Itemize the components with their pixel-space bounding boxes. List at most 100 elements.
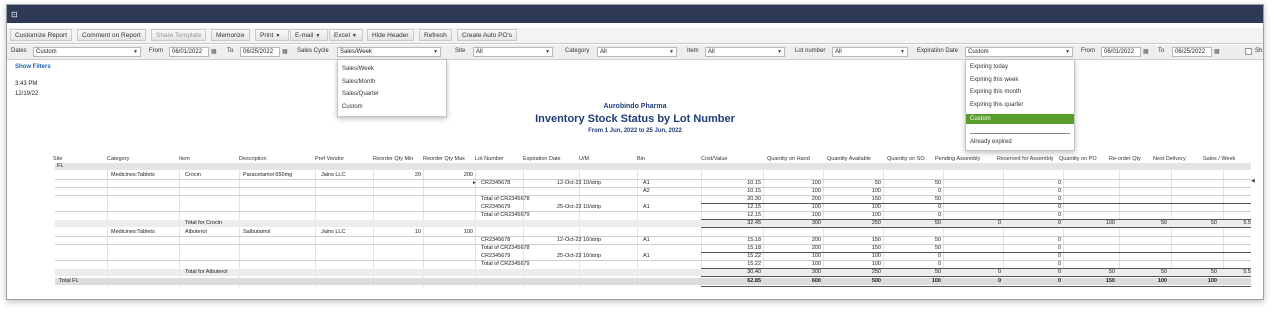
print-button[interactable]: Print ▼ [255, 29, 289, 41]
expiration-date-select[interactable]: Custom ▼ [965, 47, 1073, 57]
column-header-item: Item [179, 156, 190, 162]
email-button[interactable]: E-mail ▼ [290, 29, 328, 41]
dates-select[interactable]: Custom ▼ [33, 47, 141, 57]
cell-total-po: 50 [1108, 269, 1115, 275]
dropdown-separator [970, 132, 1070, 134]
total-divider [701, 276, 1251, 277]
email-dropdown-icon[interactable]: ▼ [315, 33, 320, 39]
sales-cycle-select[interactable]: Sales/Week ▼ [337, 47, 441, 57]
cell-total-cost: 30.40 [747, 269, 761, 275]
exp-to-date-input[interactable]: 06/25/2022 [1172, 47, 1212, 57]
sales-cycle-option[interactable]: Sales/Quarter [342, 91, 379, 97]
bin: A1 [643, 204, 650, 210]
expiration-date: 12-Oct-23 [557, 180, 582, 186]
item-description: Salbutamol [243, 229, 271, 235]
to-date-input[interactable]: 06/25/2022 [240, 47, 280, 57]
grand-total-divider [701, 286, 1251, 287]
cell-total-so: 50 [934, 220, 941, 226]
item-name: Crocin [185, 172, 201, 178]
calendar-icon[interactable]: ▦ [282, 48, 288, 55]
sales-cycle-option[interactable]: Sales/Month [342, 79, 375, 85]
lot-number: CR2345679 [481, 253, 511, 259]
bin: A1 [643, 253, 650, 259]
expiration-option[interactable]: Expiring today [970, 64, 1008, 70]
scroll-left-icon[interactable]: ◀ [1251, 178, 1255, 184]
expiration-option[interactable]: Already expired [970, 139, 1012, 145]
expiration-date-dropdown: Expiring today Expiring this week Expiring… [965, 59, 1075, 151]
to-label: To [227, 48, 234, 54]
unit-of-measure: 10/strip [583, 204, 602, 210]
cell-cost-value: 15.18 [747, 237, 761, 243]
from-date-input[interactable]: 06/01/2022 [169, 47, 209, 57]
lot-number: Total of CR2345678 [481, 196, 530, 202]
grand-total-pending: 0 [997, 278, 1001, 284]
memorize-button[interactable]: Memorize [211, 29, 250, 41]
calendar-icon[interactable]: ▦ [1143, 48, 1149, 55]
grand-total-reorder: 100 [1157, 278, 1167, 284]
column-header-site: Site [53, 156, 63, 162]
total-divider [701, 227, 1251, 228]
expiration-option[interactable]: Expiring this month [970, 89, 1021, 95]
item-select[interactable]: All ▼ [705, 47, 785, 57]
expiration-option[interactable]: Expiring this week [970, 77, 1018, 83]
expiration-option[interactable]: Custom [966, 114, 1074, 124]
cell-cost-value: 20.30 [747, 196, 761, 202]
cell-reserved-for-assembly: 0 [1057, 204, 1061, 210]
lot-number-select-value: All [835, 49, 842, 55]
print-dropdown-icon[interactable]: ▼ [275, 33, 280, 39]
excel-button[interactable]: Excel ▼ [329, 29, 363, 41]
category-select-value: All [600, 49, 607, 55]
cell-reserved-for-assembly: 0 [1057, 212, 1061, 218]
hide-header-button[interactable]: Hide Header [367, 29, 414, 41]
lot-number-select[interactable]: All ▼ [832, 47, 908, 57]
refresh-button[interactable]: Refresh [419, 29, 452, 41]
column-header-qty-on-hand: Quantity on Hand [767, 156, 810, 162]
sales-cycle-option[interactable]: Sales/Week [342, 66, 374, 72]
email-label: E-mail [295, 32, 314, 39]
calendar-icon[interactable]: ▦ [211, 48, 217, 55]
grand-total-label: Total FL [59, 278, 79, 284]
comment-on-report-button[interactable]: Comment on Report [77, 29, 146, 41]
cell-qty-on-hand: 100 [811, 180, 821, 186]
window-icon: ⊡ [11, 10, 18, 19]
customize-report-button[interactable]: Customize Report [10, 29, 73, 41]
filter-bar: Dates Custom ▼ From 06/01/2022 ▦ To 06/25… [7, 45, 1263, 60]
cell-qty-available: 100 [871, 253, 881, 259]
site-select[interactable]: All ▼ [473, 47, 553, 57]
cell-qty-available: 150 [871, 245, 881, 251]
cell-total-sales: 5.5 [1243, 220, 1251, 226]
category-label: Category [565, 48, 590, 54]
sales-cycle-select-value: Sales/Week [340, 49, 372, 55]
exp-from-date-input[interactable]: 06/01/2022 [1101, 47, 1141, 57]
chevron-down-icon: ▼ [669, 49, 674, 55]
lot-number: Total of CR2345679 [481, 212, 530, 218]
chevron-down-icon: ▼ [1065, 49, 1070, 55]
cell-reorder-max: 100 [463, 229, 473, 235]
cell-cost-value: 12.15 [747, 212, 761, 218]
show-filters-link[interactable]: Show Filters [15, 64, 51, 70]
cell-qty-available: 50 [874, 180, 881, 186]
row-divider [55, 187, 1251, 188]
sales-cycle-option[interactable]: Custom [342, 104, 363, 110]
excel-label: Excel [334, 32, 350, 39]
calendar-icon[interactable]: ▦ [1214, 48, 1220, 55]
sales-cycle-dropdown: Sales/Week Sales/Month Sales/Quarter Custom [337, 59, 447, 117]
cell-qty-on-hand: 100 [811, 261, 821, 267]
column-header-pref-vendor: Pref Vendor [315, 156, 345, 162]
lot-number: CR2345678 [481, 180, 511, 186]
cell-qty-on-hand: 100 [811, 204, 821, 210]
cell-reorder-min: 10 [414, 229, 421, 235]
exp-from-label: From [1081, 48, 1095, 54]
excel-dropdown-icon[interactable]: ▼ [352, 33, 357, 39]
cell-cost-value: 15.18 [747, 245, 761, 251]
cell-qty-on-so: 0 [937, 188, 941, 194]
show-checkbox[interactable] [1245, 48, 1252, 55]
lot-number: Total of CR2345678 [481, 245, 530, 251]
category-select[interactable]: All ▼ [597, 47, 677, 57]
cell-qty-on-so: 50 [934, 245, 941, 251]
share-template-button[interactable]: Share Template [151, 29, 207, 41]
create-auto-pos-button[interactable]: Create Auto PO's [457, 29, 518, 41]
expiration-option[interactable]: Expiring this quarter [970, 102, 1023, 108]
cell-qty-available: 150 [871, 196, 881, 202]
lot-number: CR2345679 [481, 204, 511, 210]
